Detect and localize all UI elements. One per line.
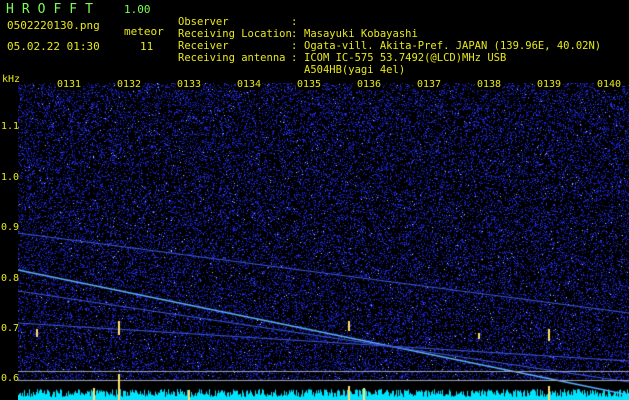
time-tick-label: 0136 (356, 79, 383, 90)
freq-tick-label: 0.8 (1, 273, 20, 284)
info-antenna: Receiving antenna: A504HB(yagi 4el) (178, 52, 406, 76)
info-value: A504HB(yagi 4el) (304, 64, 406, 76)
time-tick-label: 0140 (596, 79, 623, 90)
meteor-count: 11 (140, 40, 154, 53)
time-tick-label: 0134 (236, 79, 263, 90)
file-name: 0502220130.png (7, 19, 100, 32)
freq-tick-label: 1.1 (1, 121, 20, 132)
date-time: 05.02.22 01:30 (7, 40, 100, 53)
app-name: HROFFT (6, 2, 101, 17)
time-tick-label: 0138 (476, 79, 503, 90)
meteor-label: meteor (124, 25, 164, 38)
time-tick-label: 0135 (296, 79, 323, 90)
spectrogram (18, 83, 629, 400)
freq-tick-label: 1.0 (1, 172, 20, 183)
time-tick-label: 0137 (416, 79, 443, 90)
freq-unit-label: kHz (2, 74, 21, 85)
time-tick-label: 0132 (116, 79, 143, 90)
time-tick-label: 0131 (56, 79, 83, 90)
header-panel: HROFFT 1.00 0502220130.png 05.02.22 01:3… (0, 0, 629, 76)
app-version: 1.00 (124, 3, 151, 16)
time-tick-label: 0133 (176, 79, 203, 90)
freq-tick-label: 0.7 (1, 323, 20, 334)
time-tick-label: 0139 (536, 79, 563, 90)
freq-tick-label: 0.9 (1, 222, 20, 233)
info-value: ICOM IC-575 53.7492(@LCD)MHz USB (304, 52, 507, 64)
info-value: Ogata-vill. Akita-Pref. JAPAN (139.96E, … (304, 40, 602, 52)
info-value: Masayuki Kobayashi (304, 28, 418, 40)
freq-tick-label: 0.6 (1, 373, 20, 384)
info-key: Receiving antenna (178, 52, 286, 64)
